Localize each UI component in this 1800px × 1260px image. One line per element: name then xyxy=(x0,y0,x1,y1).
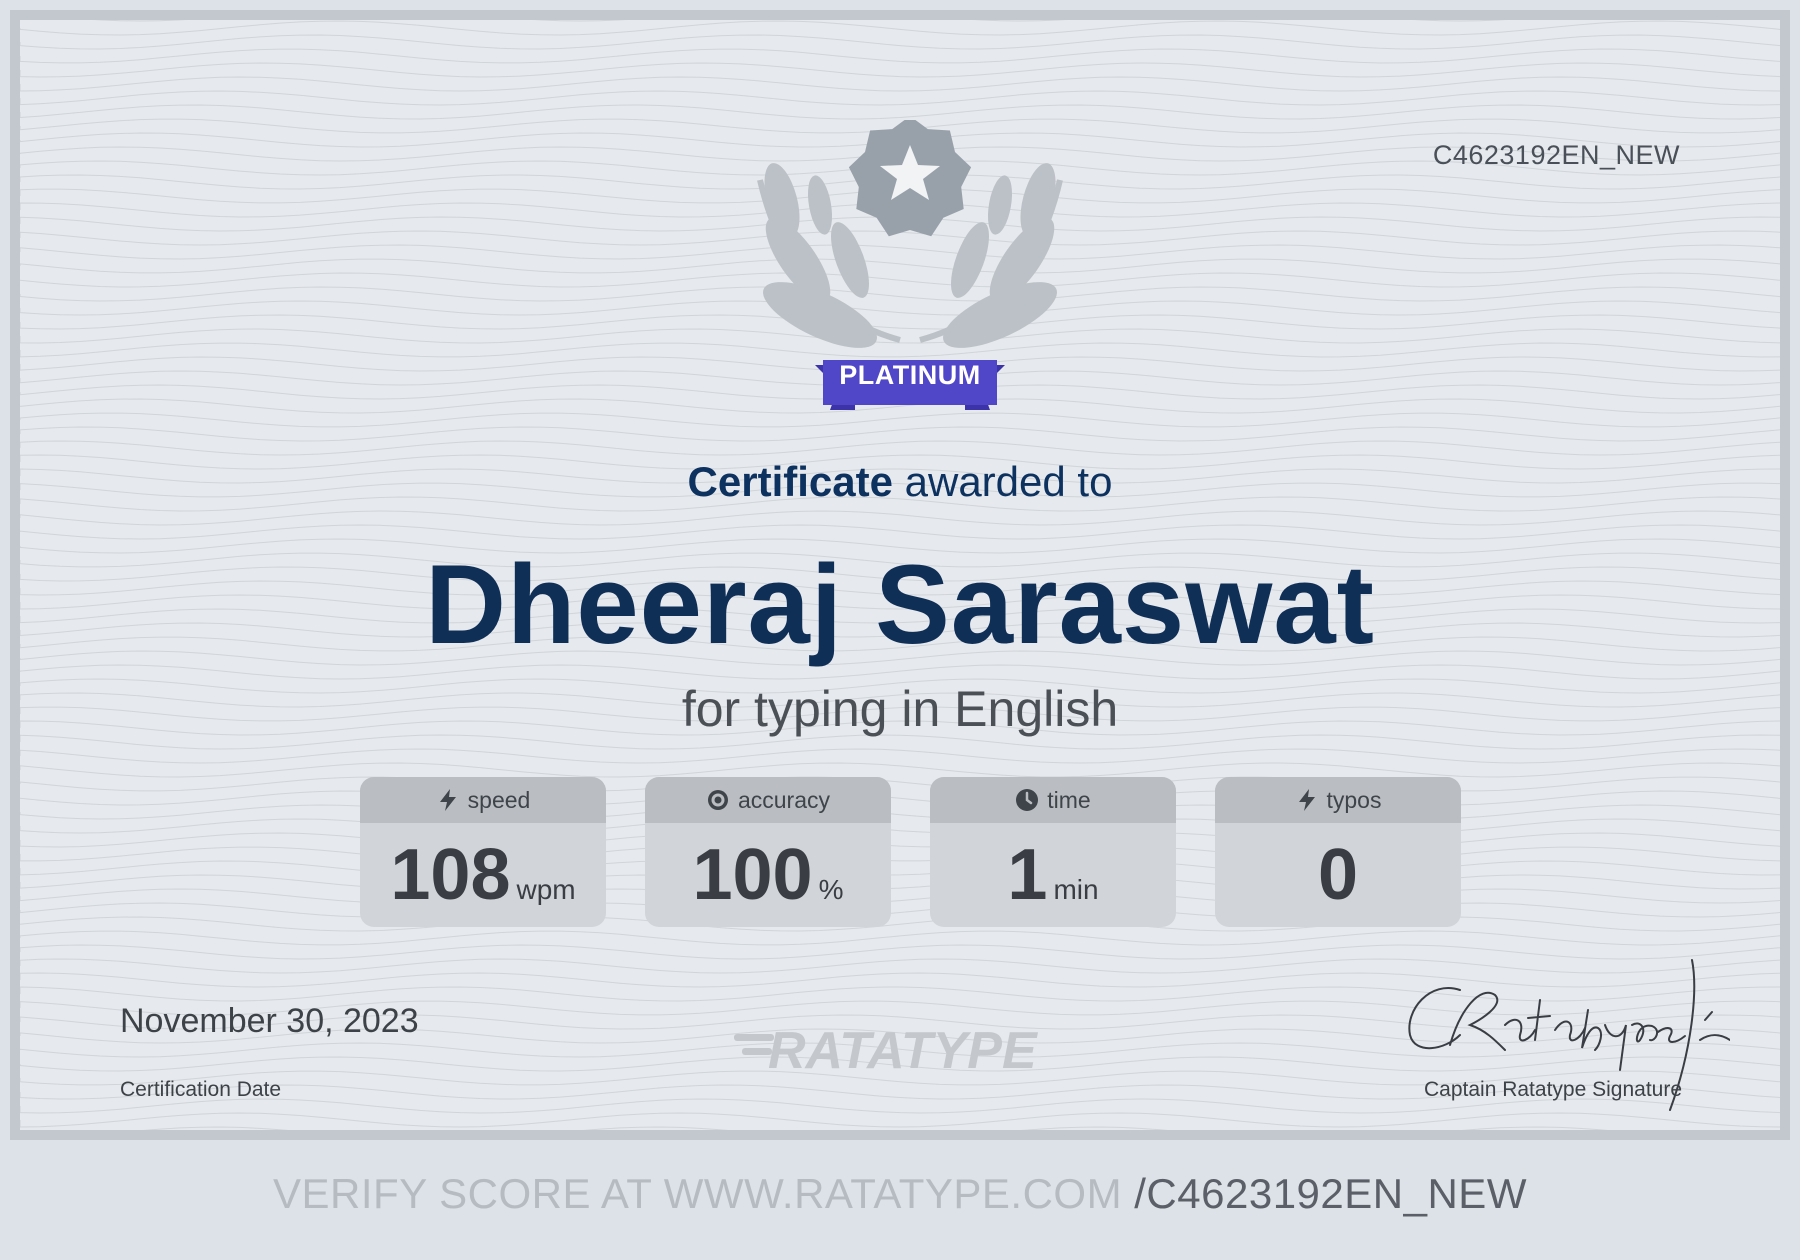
stat-speed-header: speed xyxy=(360,777,606,823)
certificate-subtitle: for typing in English xyxy=(681,681,1119,737)
stat-accuracy: accuracy 100 % xyxy=(645,777,891,927)
awarded-strong: Certificate xyxy=(687,458,893,505)
certificate-code: C4623192EN_NEW xyxy=(1432,140,1680,170)
stat-time-value: 1 xyxy=(1007,835,1048,915)
stat-accuracy-unit: % xyxy=(818,874,844,905)
stat-accuracy-value: 100 xyxy=(692,835,813,915)
stat-accuracy-label: accuracy xyxy=(737,786,831,813)
stat-typos-value: 0 xyxy=(1317,835,1359,915)
awarded-heading: Certificate awarded to xyxy=(20,458,1780,506)
recipient-name: Dheeraj Saraswat xyxy=(425,542,1375,667)
stat-time-unit: min xyxy=(1053,874,1099,905)
verify-footer: VERIFY SCORE AT WWW.RATATYPE.COM /C46231… xyxy=(0,1170,1800,1218)
clock-icon xyxy=(1016,789,1039,811)
platinum-badge-label: PLATINUM xyxy=(839,360,981,390)
lightning-icon xyxy=(1298,789,1315,811)
verify-prefix: VERIFY SCORE AT WWW.RATATYPE.COM xyxy=(273,1170,1123,1217)
target-icon xyxy=(707,790,728,810)
stat-speed: speed 108 wpm xyxy=(360,777,606,927)
awarded-rest: awarded to xyxy=(904,458,1113,505)
lightning-icon xyxy=(439,789,456,811)
stat-time-header: time xyxy=(930,777,1176,823)
stat-speed-value: 108 xyxy=(390,835,511,915)
stat-typos: typos 0 xyxy=(1215,777,1461,927)
stat-speed-label: speed xyxy=(467,786,531,813)
stat-typos-label: typos xyxy=(1326,786,1382,813)
certification-date-label: Certification Date xyxy=(120,1078,282,1101)
certificate: C4623192EN_NEW PLATINUM Certificate awar… xyxy=(10,10,1790,1140)
medal-icon xyxy=(848,120,972,237)
stat-time: time 1 min xyxy=(930,777,1176,927)
signature-label: Captain Ratatype Signature xyxy=(1424,1078,1682,1101)
stat-typos-header: typos xyxy=(1215,777,1461,823)
logo-text: RATATYPE xyxy=(768,1022,1038,1080)
stat-time-label: time xyxy=(1047,786,1091,813)
verify-code: /C4623192EN_NEW xyxy=(1134,1170,1527,1217)
ratatype-logo: RATATYPE xyxy=(734,1022,1038,1080)
stat-accuracy-header: accuracy xyxy=(645,777,891,823)
stat-speed-unit: wpm xyxy=(516,874,576,905)
certification-date: November 30, 2023 xyxy=(120,1002,419,1040)
